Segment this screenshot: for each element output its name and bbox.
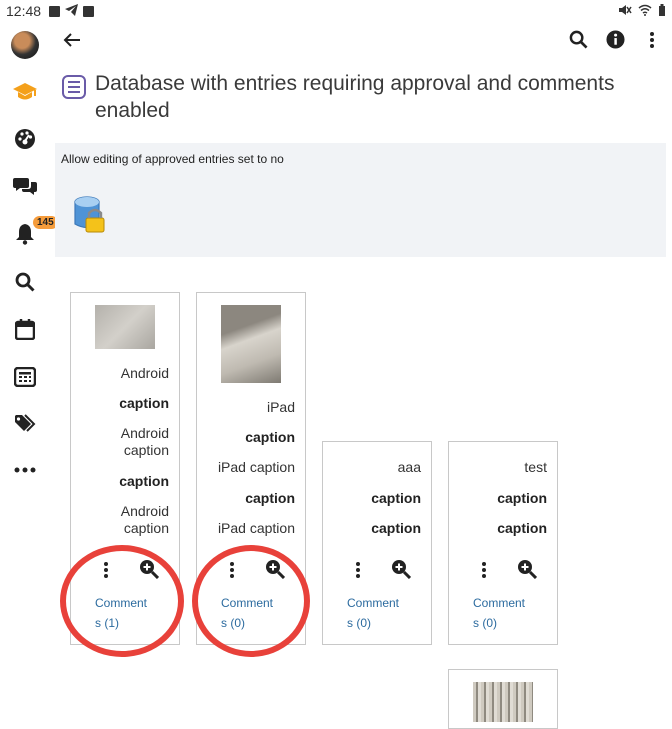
entry-card-3: aaa caption caption Comment s (0) bbox=[322, 441, 432, 645]
battery-icon bbox=[658, 3, 666, 19]
more-vertical-icon bbox=[649, 31, 655, 54]
more-options-button[interactable] bbox=[638, 28, 666, 56]
entry-field-label: caption bbox=[119, 395, 169, 411]
sidebar-item-tags[interactable] bbox=[0, 414, 50, 439]
bell-icon: 145 bbox=[15, 216, 58, 250]
comments-link[interactable]: Comment s (0) bbox=[347, 593, 417, 633]
sidebar-item-grades[interactable] bbox=[0, 366, 50, 392]
page-title: Database with entries requiring approval… bbox=[95, 72, 615, 122]
sidebar-more-button[interactable] bbox=[0, 460, 50, 478]
more-vertical-icon[interactable] bbox=[229, 561, 235, 584]
user-avatar-button[interactable] bbox=[0, 31, 50, 59]
zoom-in-icon[interactable] bbox=[391, 559, 412, 584]
entry-field-label: caption bbox=[119, 473, 169, 489]
entry-field-value: iPad caption bbox=[217, 459, 295, 475]
search-button[interactable] bbox=[564, 28, 592, 56]
more-vertical-icon[interactable] bbox=[103, 561, 109, 584]
more-vertical-icon[interactable] bbox=[355, 561, 361, 584]
checkbox-notification-icon bbox=[83, 5, 95, 17]
more-vertical-icon[interactable] bbox=[481, 561, 487, 584]
sidebar-item-calendar[interactable] bbox=[0, 319, 50, 345]
intro-text: Allow editing of approved entries set to… bbox=[61, 152, 284, 166]
entry-field-value: iPad bbox=[266, 399, 295, 415]
image-notification-icon bbox=[49, 5, 61, 17]
entry-field-label: caption bbox=[245, 490, 295, 506]
calendar-icon bbox=[14, 319, 36, 345]
sidebar-item-dashboard[interactable] bbox=[0, 128, 50, 155]
database-activity-icon bbox=[62, 75, 86, 99]
entry-field-label: caption bbox=[245, 429, 295, 445]
database-intro-box: Allow editing of approved entries set to… bbox=[55, 143, 666, 257]
sidebar-item-search[interactable] bbox=[0, 272, 50, 297]
comments-link[interactable]: Comment s (0) bbox=[473, 593, 543, 633]
dashboard-gauge-icon bbox=[14, 128, 36, 155]
status-time: 12:48 bbox=[6, 3, 42, 19]
telegram-icon bbox=[65, 3, 79, 19]
entry-field-value: iPad caption bbox=[217, 520, 295, 536]
sidebar-item-courses[interactable] bbox=[0, 82, 50, 107]
search-icon bbox=[15, 272, 35, 297]
entry-field-value: Android bbox=[120, 365, 169, 381]
sidebar-item-notifications[interactable]: 145 bbox=[0, 216, 58, 250]
top-app-bar bbox=[50, 22, 672, 64]
entry-card-2: iPad caption iPad caption caption iPad c… bbox=[196, 292, 306, 645]
zoom-in-icon[interactable] bbox=[517, 559, 538, 584]
back-button[interactable] bbox=[58, 28, 86, 56]
arrow-left-icon bbox=[63, 32, 81, 53]
entry-field-label: caption bbox=[371, 490, 421, 506]
entry-field-value: Android caption bbox=[120, 425, 169, 458]
chat-bubbles-icon bbox=[13, 176, 37, 201]
left-sidebar: 145 bbox=[0, 22, 58, 711]
database-lock-icon bbox=[74, 196, 106, 234]
grade-table-icon bbox=[13, 366, 37, 392]
entry-field-label: caption bbox=[497, 490, 547, 506]
entry-card-4: test caption caption Comment s (0) bbox=[448, 441, 558, 645]
notification-count-badge: 145 bbox=[33, 216, 58, 229]
avatar bbox=[11, 31, 39, 59]
search-icon bbox=[569, 30, 588, 54]
zoom-in-icon[interactable] bbox=[139, 559, 160, 584]
graduation-cap-icon bbox=[12, 82, 38, 107]
entry-card-1: Android caption Android caption caption … bbox=[70, 292, 180, 645]
status-bar: 12:48 bbox=[0, 0, 672, 22]
more-horizontal-icon bbox=[14, 460, 36, 478]
wifi-icon bbox=[638, 3, 652, 19]
info-button[interactable] bbox=[601, 28, 629, 56]
info-icon bbox=[605, 30, 625, 54]
entry-field-label: caption bbox=[497, 520, 547, 536]
entry-image-thumbnail[interactable] bbox=[221, 305, 281, 383]
entry-image-thumbnail[interactable] bbox=[473, 682, 533, 722]
entry-field-label: caption bbox=[371, 520, 421, 536]
entry-image-thumbnail[interactable] bbox=[95, 305, 155, 349]
entry-field-value: test bbox=[524, 459, 547, 475]
mute-icon bbox=[618, 3, 632, 19]
tags-icon bbox=[14, 414, 36, 439]
comments-link[interactable]: Comment s (0) bbox=[221, 593, 291, 633]
entry-field-value: aaa bbox=[397, 459, 421, 475]
entry-field-value: Android caption bbox=[120, 503, 169, 536]
sidebar-item-messages[interactable] bbox=[0, 176, 50, 201]
entry-card-5 bbox=[448, 669, 558, 729]
zoom-in-icon[interactable] bbox=[265, 559, 286, 584]
comments-link[interactable]: Comment s (1) bbox=[95, 593, 165, 633]
